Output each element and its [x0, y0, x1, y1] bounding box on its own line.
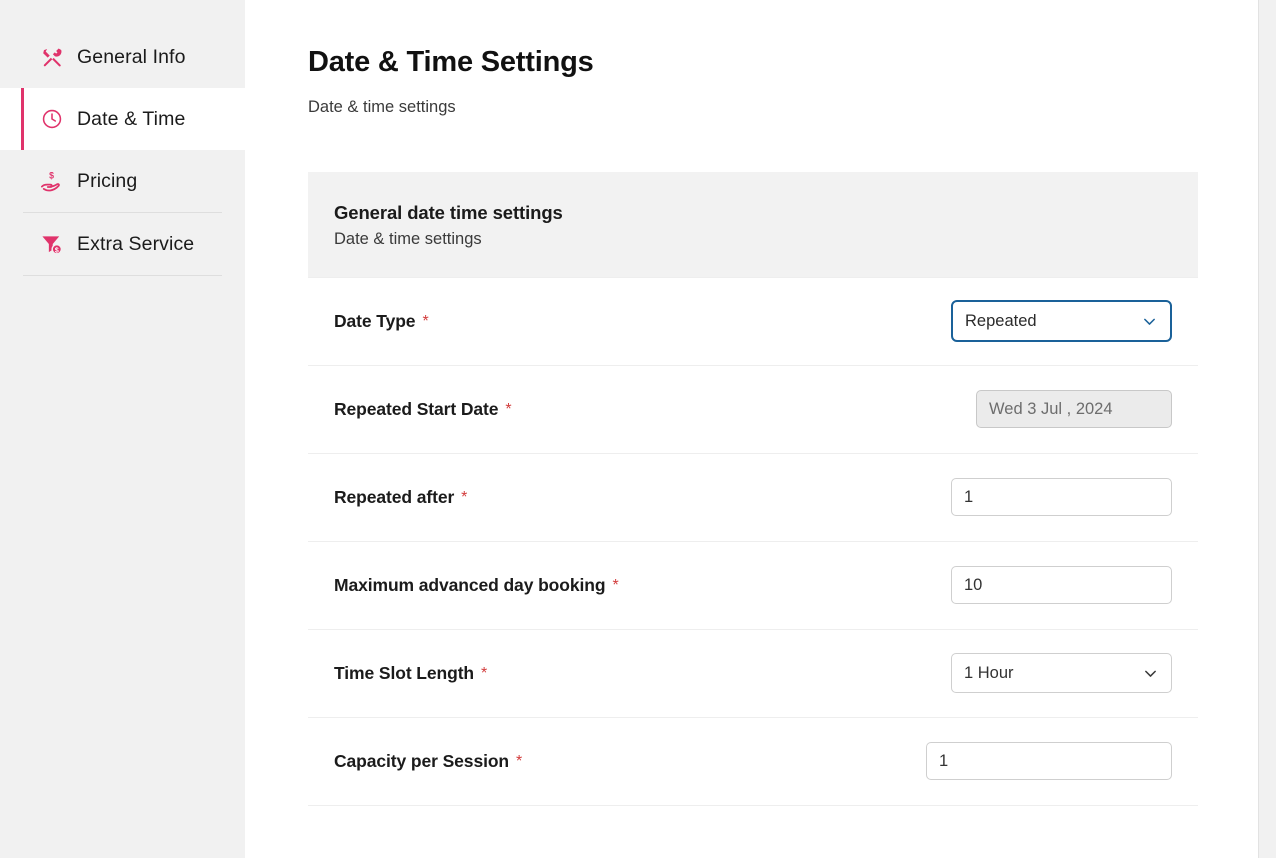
repeated-after-input[interactable]: [951, 478, 1172, 517]
field-label: Repeated after *: [334, 487, 467, 508]
sidebar-item-pricing[interactable]: $ Pricing: [0, 150, 245, 212]
settings-page: General Info Date & Time $ Pricing $ Ext…: [0, 0, 1276, 858]
card-header-subtitle: Date & time settings: [334, 229, 482, 248]
required-marker: *: [461, 488, 468, 506]
field-label-text: Time Slot Length: [334, 662, 475, 683]
sidebar-divider: [23, 275, 222, 276]
field-control: [976, 390, 1172, 429]
right-gutter: [1258, 0, 1276, 858]
field-control: [951, 566, 1172, 605]
chevron-down-icon: [1124, 665, 1159, 682]
field-label-text: Maximum advanced day booking: [334, 574, 606, 595]
repeated-start-date-input[interactable]: [976, 390, 1172, 429]
field-control: Repeated: [951, 300, 1172, 343]
form-row-maximum-advanced-day-booking: Maximum advanced day booking *: [308, 540, 1198, 629]
svg-text:$: $: [49, 170, 54, 180]
field-label: Maximum advanced day booking *: [334, 575, 619, 596]
sidebar-item-general-info[interactable]: General Info: [0, 26, 245, 88]
field-label: Date Type *: [334, 311, 429, 332]
field-label: Repeated Start Date *: [334, 399, 512, 420]
field-control: [951, 478, 1172, 517]
field-label-text: Capacity per Session: [334, 750, 510, 771]
sidebar: General Info Date & Time $ Pricing $ Ext…: [0, 0, 245, 858]
time-slot-length-select-value: 1 Hour: [964, 663, 1014, 682]
required-marker: *: [612, 576, 619, 594]
sidebar-item-label: General Info: [77, 45, 186, 68]
time-slot-length-select[interactable]: 1 Hour: [951, 653, 1172, 694]
card-header: General date time settings Date & time s…: [308, 171, 1198, 277]
form-row-repeated-start-date: Repeated Start Date *: [308, 364, 1198, 453]
card-header-title: General date time settings: [334, 201, 563, 223]
date-time-settings-card: General date time settings Date & time s…: [308, 171, 1198, 806]
page-title: Date & Time Settings: [308, 46, 594, 78]
form-row-time-slot-length: Time Slot Length * 1 Hour: [308, 628, 1198, 717]
required-marker: *: [481, 664, 488, 682]
field-label-text: Date Type: [334, 310, 416, 331]
field-label-text: Repeated Start Date: [334, 398, 499, 419]
required-marker: *: [422, 312, 429, 330]
field-label-text: Repeated after: [334, 486, 455, 507]
form-row-repeated-after: Repeated after *: [308, 452, 1198, 541]
hand-money-icon: $: [40, 169, 64, 193]
main-content: Date & Time Settings Date & time setting…: [245, 0, 1276, 858]
svg-text:$: $: [55, 247, 59, 254]
page-subtitle: Date & time settings: [308, 97, 456, 116]
field-label: Time Slot Length *: [334, 663, 487, 684]
sidebar-item-extra-service[interactable]: $ Extra Service: [0, 213, 245, 275]
chevron-down-icon: [1123, 313, 1158, 330]
sidebar-item-label: Extra Service: [77, 232, 195, 255]
sidebar-item-label: Pricing: [77, 169, 138, 192]
required-marker: *: [516, 752, 523, 770]
tools-icon: [40, 45, 64, 69]
sidebar-item-date-time[interactable]: Date & Time: [0, 88, 245, 150]
date-type-select-value: Repeated: [965, 311, 1037, 330]
sidebar-item-label: Date & Time: [77, 107, 186, 130]
field-control: 1 Hour: [951, 653, 1172, 694]
capacity-per-session-input[interactable]: [926, 742, 1172, 781]
field-label: Capacity per Session *: [334, 751, 522, 772]
maximum-advanced-day-booking-input[interactable]: [951, 566, 1172, 605]
date-type-select[interactable]: Repeated: [951, 300, 1172, 343]
funnel-money-icon: $: [40, 232, 64, 256]
required-marker: *: [505, 400, 512, 418]
form-row-capacity-per-session: Capacity per Session *: [308, 716, 1198, 805]
form-row-date-type: Date Type * Repeated: [308, 276, 1198, 365]
clock-icon: [40, 107, 64, 131]
field-control: [926, 742, 1172, 781]
